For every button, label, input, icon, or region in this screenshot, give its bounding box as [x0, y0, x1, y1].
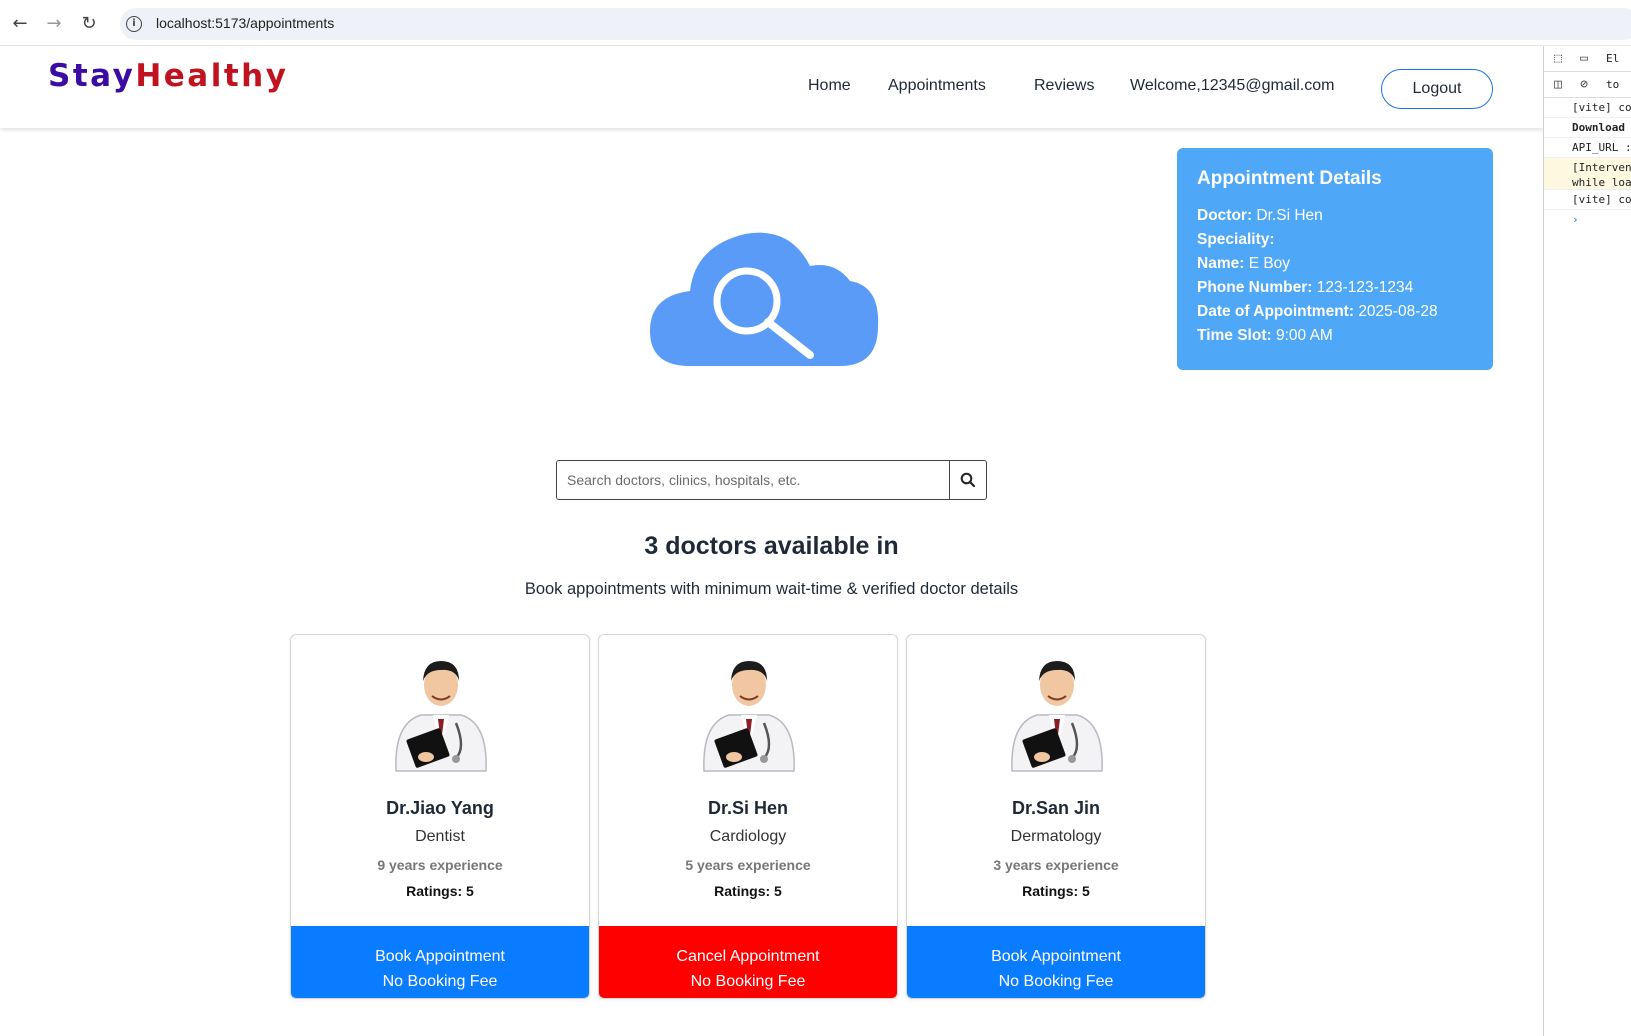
- page: StayHealthy Home Appointments Reviews We…: [0, 46, 1543, 1036]
- doctor-name: Dr.Si Hen: [707, 798, 789, 818]
- doctor-name: Dr.San Jin: [1011, 798, 1101, 818]
- appointment-phone: Phone Number: 123-123-1234: [1197, 279, 1414, 296]
- booking-fee-label: No Booking Fee: [998, 973, 1114, 990]
- clear-console-icon[interactable]: ⊘: [1576, 77, 1592, 93]
- doctor-avatar: [1011, 661, 1103, 772]
- doctor-avatar: [395, 661, 487, 772]
- logout-button[interactable]: Logout: [1381, 69, 1493, 109]
- doctor-ratings: Ratings: 5: [1022, 883, 1090, 899]
- booking-fee-label: No Booking Fee: [690, 973, 806, 990]
- appointment-details-card: Appointment Details Doctor: Dr.Si Hen Sp…: [1177, 148, 1493, 370]
- search-bar: [556, 460, 987, 500]
- doctor-experience: 3 years experience: [993, 857, 1119, 873]
- button-label: Book Appointment: [375, 948, 505, 965]
- nav-home[interactable]: Home: [808, 77, 851, 95]
- doctor-card: Dr.Jiao Yang Dentist 9 years experience …: [290, 634, 590, 999]
- doctor-speciality: Cardiology: [709, 828, 787, 845]
- button-label: Book Appointment: [991, 948, 1121, 965]
- book-appointment-button[interactable]: Book Appointment No Booking Fee: [907, 926, 1205, 998]
- console-prompt-icon[interactable]: ›: [1544, 210, 1631, 230]
- console-line: API_URL :: [1544, 138, 1631, 158]
- doctor-speciality: Dentist: [415, 828, 465, 845]
- devtools-tab-elements[interactable]: El: [1606, 52, 1619, 65]
- browser-toolbar: ← → ↻ i localhost:5173/appointments: [0, 0, 1631, 46]
- console-filter[interactable]: to: [1606, 78, 1619, 91]
- cancel-appointment-button[interactable]: Cancel Appointment No Booking Fee: [599, 926, 897, 998]
- results-subheading: Book appointments with minimum wait-time…: [524, 580, 1019, 598]
- doctor-card: Dr.Si Hen Cardiology 5 years experience …: [598, 634, 898, 999]
- brand-logo[interactable]: StayHealthy: [48, 58, 288, 94]
- console-warning-line: [Intervent: [1572, 161, 1631, 174]
- console-warning: [Intervent while load: [1544, 158, 1631, 190]
- appointment-title: Appointment Details: [1197, 168, 1382, 189]
- inspect-icon[interactable]: ⬚: [1550, 51, 1566, 67]
- appointment-date: Date of Appointment: 2025-08-28: [1197, 303, 1438, 320]
- search-button[interactable]: [949, 460, 987, 500]
- button-label: Cancel Appointment: [676, 948, 820, 965]
- doctor-speciality: Dermatology: [1010, 828, 1102, 845]
- search-icon: [960, 472, 976, 488]
- console-warning-line: while load: [1572, 176, 1631, 189]
- address-bar[interactable]: i localhost:5173/appointments: [120, 8, 1631, 40]
- nav-appointments[interactable]: Appointments: [888, 77, 986, 95]
- doctor-ratings: Ratings: 5: [714, 883, 782, 899]
- appointment-name: Name: E Boy: [1197, 255, 1291, 272]
- site-info-icon[interactable]: i: [126, 16, 142, 32]
- doctor-avatar: [703, 661, 795, 772]
- arrow-right-icon[interactable]: →: [42, 11, 66, 35]
- doctor-ratings: Ratings: 5: [406, 883, 474, 899]
- console-line: Download: [1544, 118, 1631, 138]
- doctor-experience: 5 years experience: [685, 857, 811, 873]
- console-line: [vite] con: [1544, 190, 1631, 210]
- welcome-text: Welcome,12345@gmail.com: [1130, 77, 1335, 94]
- devtools-panel: ⬚ ▭ El ◫ ⊘ to [vite] con Download API_UR…: [1543, 46, 1631, 1036]
- console-line: [vite] con: [1544, 98, 1631, 118]
- book-appointment-button[interactable]: Book Appointment No Booking Fee: [291, 926, 589, 998]
- nav-reviews[interactable]: Reviews: [1034, 77, 1094, 95]
- console-toolbar: ◫ ⊘ to: [1544, 72, 1631, 98]
- doctor-name: Dr.Jiao Yang: [386, 798, 494, 818]
- device-toggle-icon[interactable]: ▭: [1576, 51, 1592, 67]
- appointment-doctor: Doctor: Dr.Si Hen: [1197, 207, 1323, 224]
- brand-part-stay: Stay: [48, 58, 136, 94]
- brand-part-healthy: Healthy: [135, 58, 289, 94]
- doctor-experience: 9 years experience: [377, 857, 503, 873]
- reload-icon[interactable]: ↻: [77, 11, 101, 35]
- arrow-left-icon[interactable]: ←: [8, 11, 32, 35]
- results-heading: 3 doctors available in: [644, 532, 899, 560]
- navbar: StayHealthy Home Appointments Reviews We…: [0, 46, 1543, 128]
- appointment-time-slot: Time Slot: 9:00 AM: [1197, 327, 1333, 344]
- cloud-search-icon: [650, 232, 879, 366]
- appointment-speciality: Speciality:: [1197, 231, 1275, 248]
- booking-fee-label: No Booking Fee: [382, 973, 498, 990]
- sidebar-icon[interactable]: ◫: [1550, 77, 1566, 93]
- devtools-tabs: ⬚ ▭ El: [1544, 46, 1631, 72]
- doctor-card: Dr.San Jin Dermatology 3 years experienc…: [906, 634, 1206, 999]
- url-text: localhost:5173/appointments: [156, 15, 335, 31]
- search-input[interactable]: [556, 460, 950, 500]
